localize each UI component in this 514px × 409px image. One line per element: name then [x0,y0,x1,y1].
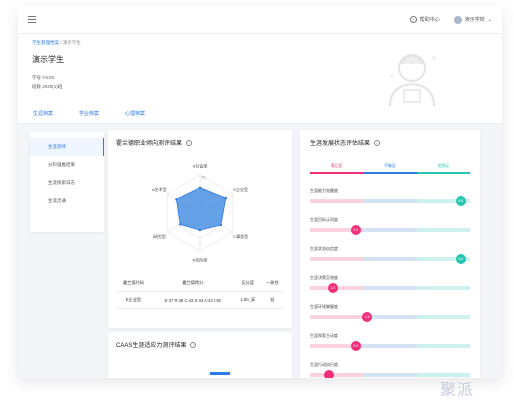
menu-icon[interactable] [28,16,36,23]
sidebar-item-career-connect[interactable]: 生涯灵通 [30,192,104,210]
breadcrumb-current: 演示学生 [62,40,81,45]
holland-table: 霍兰德代码 霍兰德得分 区分度 一致性 E企业型 E:47 R:45 C:43 … [116,275,284,309]
development-track: 1.0 [310,283,470,293]
avatar [453,15,462,24]
development-score-marker[interactable]: 6.6 [455,254,466,264]
info-icon[interactable]: i [186,139,193,146]
info-icon[interactable]: i [374,139,381,146]
sidebar-item-explore-log[interactable]: 生涯探索日志 [30,174,104,192]
development-item-label: 生涯状态自信度 [310,246,338,251]
table-cell: 低 [260,291,284,309]
tab-career[interactable]: 生涯档案 [32,110,55,124]
development-score-marker[interactable]: 2.0 [350,341,361,351]
development-list: 生涯能力觉醒度 6.6 生涯目标认同度 2.0 生涯状态自信度 6.6 生涯决策至效度 1.0… [310,188,470,378]
table-header: 一致性 [260,275,284,292]
radar-point [198,228,202,232]
development-score-marker[interactable]: 1.0 [327,283,338,293]
development-score-marker[interactable]: 2.5 [362,312,373,322]
help-label: 帮助中心 [419,17,440,23]
holland-card: 霍兰德职业倾向测评结果 i 604020S社会型E企业型C事务型R实际型I研究型… [108,130,292,328]
radar-axis-label: I研究型 [153,233,166,239]
caas-card: CAAS生涯适应力测评结果 i [108,332,292,378]
help-center-link[interactable]: ? 帮助中心 [409,16,440,23]
development-legend: 落后区 平衡区 优势区 [310,163,470,172]
sidebar-item-subject-result[interactable]: 分科强推结果 [30,156,104,174]
info-icon[interactable]: i [190,341,197,348]
development-track: 2.5 [310,312,470,322]
development-item-label: 生涯环境掌握度 [310,304,338,309]
student-illustration [389,54,436,107]
radar-tick-label: 60 [202,176,206,180]
radar-point [219,223,223,227]
development-track: 6.6 [310,196,470,206]
table-header: 霍兰德代码 [116,275,151,292]
development-track: 2.0 [310,225,470,235]
holland-radar-chart: 604020S社会型E企业型C事务型R实际型I研究型A艺术型 [152,163,248,263]
radar-axis-label: S社会型 [193,163,208,169]
caas-bar [210,372,230,375]
development-track: 2.0 [310,341,470,351]
table-cell: E:47 R:45 C:43 S:43 A:43 I:36 [150,291,235,309]
legend-mid: 平衡区 [383,163,396,168]
radar-point [175,198,178,201]
legend-high: 优势区 [437,163,450,168]
caas-title: CAAS生涯适应力测评结果 [116,343,187,349]
development-score-marker[interactable]: 6.6 [455,196,466,206]
table-header: 区分度 [234,275,261,292]
development-card: 生涯发展状态评估结果 i 落后区 平衡区 优势区 生涯能力觉醒度 6.6 生涯目标认… [300,130,480,378]
development-score-marker[interactable] [324,370,335,378]
tab-bar: 生涯档案 学业档案 心理档案 [32,110,146,124]
sidebar-item-career-test[interactable]: 生涯测评 [30,138,104,156]
watermark-logo: 聚派 [440,380,475,399]
user-label: 演示学校 [464,17,485,23]
app-window: ? 帮助中心 演示学校 ⌄ 学生管理档案 / 演示学生 演示学生 学号 YSXS… [18,6,502,378]
user-menu[interactable]: 演示学校 ⌄ [453,15,492,24]
radar-axis-label: E企业型 [233,186,248,192]
legend-bars [310,172,470,174]
radar-axis-label: A艺术型 [152,186,167,192]
table-row: E企业型 E:47 R:45 C:43 S:43 A:43 I:36 1.50_… [116,291,284,309]
development-item-label: 生涯行动执行度 [310,362,338,367]
breadcrumb-root[interactable]: 学生管理档案 [32,40,59,45]
table-cell: E企业型 [116,291,151,309]
top-bar: ? 帮助中心 演示学校 ⌄ [18,6,502,34]
breadcrumb-separator: / [60,40,62,45]
chevron-down-icon: ⌄ [487,16,492,23]
radar-point [198,186,202,189]
development-item-label: 生涯目标认同度 [310,217,338,222]
radar-point [179,223,182,226]
content-area: 生涯测评 分科强推结果 生涯探索日志 生涯灵通 霍兰德职业倾向测评结果 i 60… [18,124,502,378]
tab-psychology[interactable]: 心理档案 [124,110,146,124]
student-header: 学生管理档案 / 演示学生 演示学生 学号 YSXS 班级 2020(1)班 生… [18,34,502,124]
tab-academic[interactable]: 学业档案 [78,110,100,124]
radar-area [175,187,227,231]
development-track: 6.6 [310,254,470,264]
development-item-label: 生涯探索主动度 [310,333,338,338]
question-icon: ? [409,16,417,23]
development-item-label: 生涯决策至效度 [310,275,338,280]
radar-axis-label: R实际型 [193,257,208,263]
table-cell: 1.50_高 [234,291,261,309]
sidebar: 生涯测评 分科强推结果 生涯探索日志 生涯灵通 [30,132,104,232]
development-score-marker[interactable]: 2.0 [350,225,361,235]
table-header: 霍兰德得分 [150,275,235,292]
development-title: 生涯发展状态评估结果 [310,141,371,147]
development-item-label: 生涯能力觉醒度 [310,188,338,193]
legend-low: 落后区 [330,163,343,168]
radar-axis-label: C事务型 [233,233,248,239]
radar-point [224,196,227,200]
holland-title: 霍兰德职业倾向测评结果 [116,141,183,147]
